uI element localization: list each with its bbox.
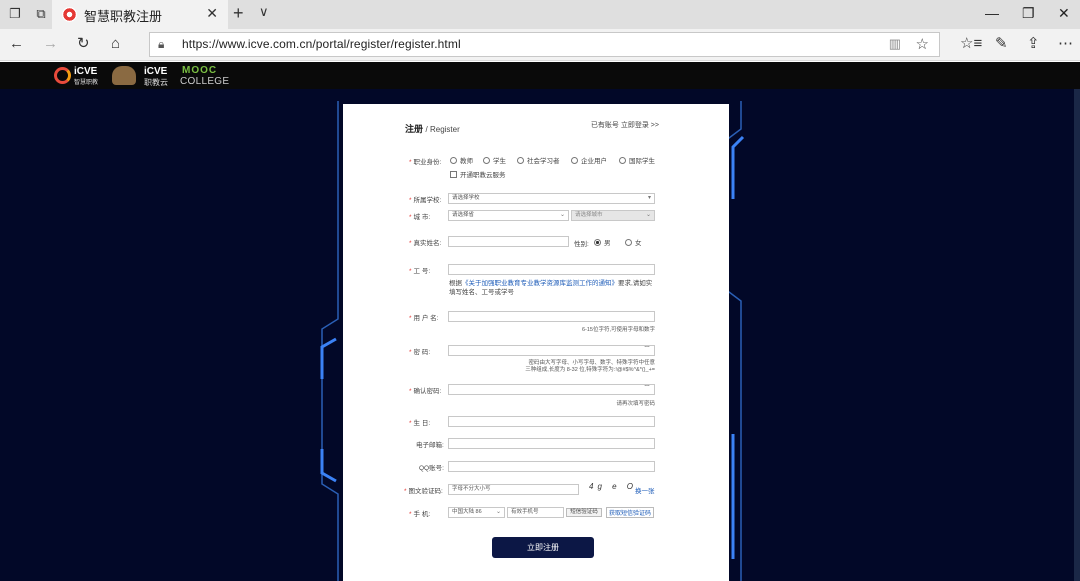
captcha-image[interactable]: 4g e O [589,482,637,491]
browser-tab-strip: ❐ ⧉ 智慧职教注册 ✕ + ∨ — ❐ ✕ [0,0,1080,29]
workid-input[interactable] [448,264,655,275]
username-input[interactable] [448,311,655,322]
eye-icon[interactable]: ︶ [644,346,650,355]
logo2-sub: 职教云 [144,78,168,87]
tab-preview-chevron-icon[interactable]: ∨ [259,4,269,20]
confirm-password-input[interactable]: ︶ [448,384,655,395]
identity-international-radio[interactable]: 国际学生 [619,155,655,165]
form-subtitle: / Register [425,125,460,134]
browser-tab[interactable]: 智慧职教注册 ✕ [52,0,228,29]
tab-title: 智慧职教注册 [84,9,163,24]
phone-label: * 手 机: [409,511,431,518]
password-input[interactable]: ︶ [448,345,655,356]
close-window-icon[interactable]: ✕ [1058,5,1070,22]
identity-student-radio[interactable]: 学生 [483,155,506,165]
identity-label: * 职业身份: [409,159,442,166]
captcha-refresh-link[interactable]: 换一张 [635,485,655,495]
close-tab-icon[interactable]: ✕ [206,5,218,22]
identity-social-radio[interactable]: 社会学习者 [517,155,560,165]
identity-teacher-radio[interactable]: 教师 [450,155,473,165]
qq-input[interactable] [448,461,655,472]
open-cloud-checkbox[interactable]: 开通职教云服务 [450,169,506,179]
get-sms-code-button[interactable]: 获取短信验证码 [606,507,655,518]
icve-logo[interactable]: iCVE 智慧职教 [54,65,102,86]
mooc-logo[interactable]: MOOC COLLEGE [180,65,236,87]
gender-label: 性别: [574,241,589,248]
phone-input[interactable]: 有效手机号 [507,507,564,518]
password-label: * 密 码: [409,349,431,356]
icve-mark-icon [54,67,71,84]
realname-label: * 真实姓名: [409,240,442,247]
birthday-label: * 生 日: [409,420,431,427]
chevron-down-icon: ⌄ [645,212,651,218]
password-hint-1: 密码由大写字母、小写字母、数字、特殊字符中任意 [528,360,655,366]
identity-enterprise-radio[interactable]: 企业用户 [571,155,607,165]
school-select[interactable]: 请选择学校 ▾ [448,193,655,204]
logo2-name: iCVE [144,66,168,77]
email-input[interactable] [448,438,655,449]
captcha-label: * 图文验证码: [404,488,443,495]
address-bar[interactable]: 🔒︎ https://www.icve.com.cn/portal/regist… [149,32,940,57]
favorite-star-icon[interactable]: ☆ [916,35,929,53]
zjy-mark-icon [112,66,136,85]
username-hint: 6-15位字符,可使用字母和数字 [581,327,655,333]
city-label: * 城 市: [409,214,431,221]
realname-input[interactable] [448,236,569,247]
url-text: https://www.icve.com.cn/portal/register/… [182,37,461,51]
share-icon[interactable]: ⇪ [1027,35,1040,53]
favorites-list-icon[interactable]: ☆≡ [960,35,982,53]
forward-icon[interactable]: → [43,35,58,53]
set-aside-tabs-icon[interactable]: ⧉ [32,5,50,23]
refresh-icon[interactable]: ↻ [77,35,90,53]
tab-actions-icon[interactable]: ❐ [6,5,24,23]
gender-male-radio[interactable]: 男 [594,237,611,247]
back-icon[interactable]: ← [9,35,24,53]
country-code-select[interactable]: 中国大陆 86 ⌄ [448,507,505,518]
province-select[interactable]: 请选择省 ⌄ [448,210,569,221]
zjy-logo[interactable]: iCVE 职教云 [112,65,172,87]
register-card: 注册 / Register 已有账号 立即登录 >> * 职业身份: 教师 学生 … [343,104,729,581]
captcha-input[interactable]: 字母不分大小写 [448,484,579,495]
logo1-name: iCVE [74,66,98,77]
browser-navbar: ← → ↻ ⌂ 🔒︎ https://www.icve.com.cn/porta… [0,29,1080,61]
reading-view-icon[interactable]: ▥ [889,36,901,52]
chevron-down-icon: ⌄ [559,212,565,218]
page-background: 注册 / Register 已有账号 立即登录 >> * 职业身份: 教师 学生 … [0,89,1080,581]
home-icon[interactable]: ⌂ [111,35,120,53]
confirm-hint: 请再次填写密码 [616,401,655,407]
minimize-icon[interactable]: — [985,5,999,21]
username-label: * 用 户 名: [409,315,439,322]
restore-icon[interactable]: ❐ [1022,5,1035,22]
lock-icon: 🔒︎ [158,37,165,51]
more-icon[interactable]: ⋯ [1058,35,1073,53]
email-label: 电子邮箱: [416,442,444,449]
logo3-sub: COLLEGE [180,76,230,87]
city-select[interactable]: 请选择城市 ⌄ [571,210,655,221]
qq-label: QQ账号: [419,465,444,472]
chevron-down-icon: ▾ [647,195,651,201]
site-header: iCVE 智慧职教 iCVE 职教云 MOOC COLLEGE [0,62,1080,89]
notes-icon[interactable]: ✎ [995,35,1008,53]
eye-icon[interactable]: ︶ [644,385,650,394]
sms-code-button[interactable]: 短信验证码 [566,508,602,517]
login-link[interactable]: 已有账号 立即登录 >> [591,120,659,130]
submit-register-button[interactable]: 立即注册 [492,537,594,558]
logo1-sub: 智慧职教 [74,80,99,86]
workid-notice: 根据《关于加强职业教育专业教学资源库监测工作的通知》要求,请如实填写姓名、工号或… [449,280,653,296]
logo3-name: MOOC [182,65,218,76]
notice-link[interactable]: 《关于加强职业教育专业教学资源库监测工作的通知》 [462,280,618,287]
site-favicon-icon [62,7,77,22]
chevron-down-icon: ⌄ [495,509,501,515]
workid-label: * 工 号: [409,268,431,275]
school-label: * 所属学校: [409,197,442,204]
birthday-input[interactable] [448,416,655,427]
password-hint-2: 三种组成,长度为 8-32 位,特殊字符为:!@#$%^&*()_+= [525,367,655,373]
confirm-label: * 确认密码: [409,388,442,395]
gender-female-radio[interactable]: 女 [625,237,642,247]
form-title: 注册 / Register [405,124,460,134]
new-tab-icon[interactable]: + [233,3,244,24]
